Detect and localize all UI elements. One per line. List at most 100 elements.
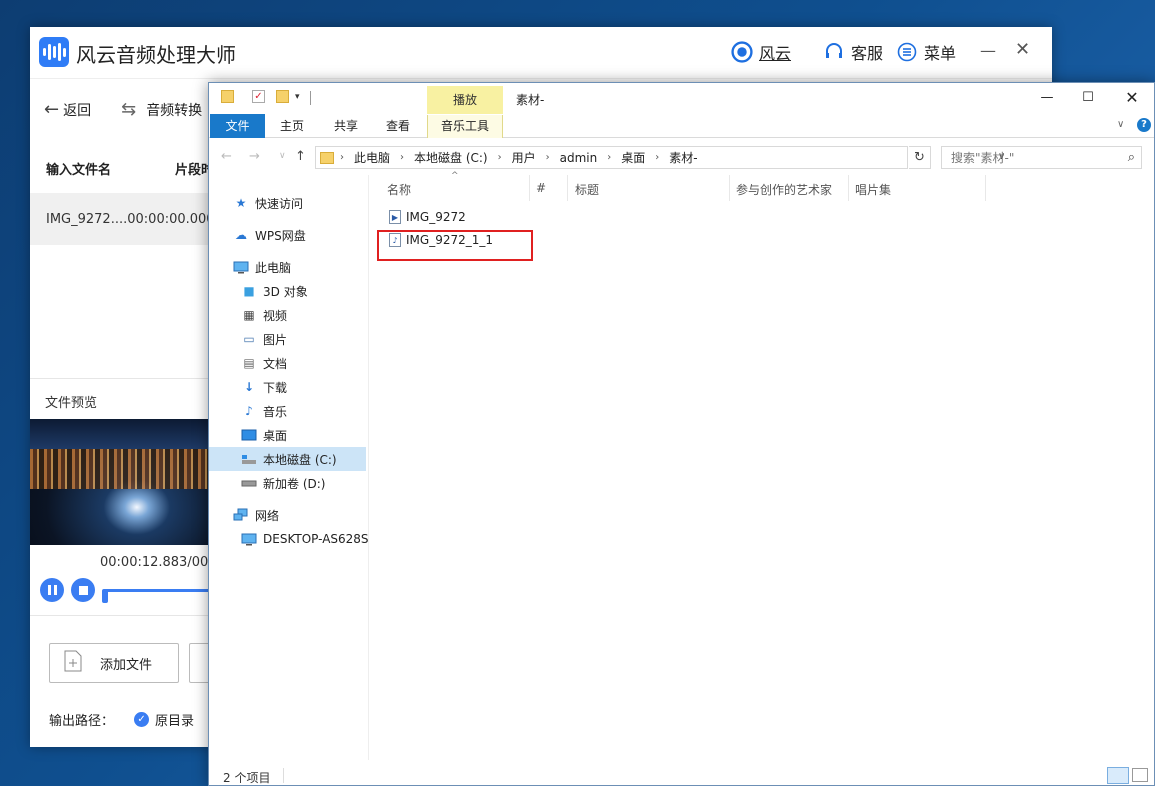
close-button[interactable]: ✕ [1112,87,1152,109]
chevron-right-icon: › [655,152,660,163]
tab-view[interactable]: 查看 [381,115,415,138]
network-icon [233,508,249,522]
computer-icon [241,532,257,546]
output-label: 输出路径： [49,714,115,729]
nav-3d-objects[interactable]: ■ 3D 对象 [241,280,307,302]
app-close-button[interactable]: ✕ [1015,39,1030,60]
col-input-name: 输入文件名 [46,162,112,178]
search-input[interactable]: 搜索"素材-" ⌕ [941,146,1142,169]
output-option-label: 原目录 [155,714,195,729]
preview-label: 文件预览 [45,396,98,411]
nav-music[interactable]: ♪ 音乐 [241,400,287,422]
nav-downloads[interactable]: ↓ 下载 [241,376,287,398]
stop-icon [78,585,88,595]
expand-ribbon-icon[interactable]: ∨ [1117,119,1124,130]
breadcrumb-desktop[interactable]: 桌面 [621,149,645,166]
nav-desktop[interactable]: 桌面 [241,424,287,446]
window-title: 素材- [516,93,545,107]
col-number[interactable]: # [536,181,546,195]
properties-icon[interactable]: ✓ [252,90,265,103]
breadcrumb-drive-c[interactable]: 本地磁盘 (C:) [414,149,488,166]
output-original-dir-radio[interactable]: ✓ 原目录 [134,710,194,729]
breadcrumb-material[interactable]: 素材- [669,149,697,166]
back-button[interactable]: ← 返回 [44,99,91,120]
refresh-icon[interactable]: ↻ [909,146,931,169]
col-name[interactable]: 名称 [387,181,411,198]
nav-desktop-host[interactable]: DESKTOP-AS628S [241,528,369,550]
maximize-button[interactable]: ☐ [1068,87,1108,109]
forward-arrow-icon[interactable]: → [249,149,260,164]
pause-icon [47,585,51,595]
check-icon: ✓ [134,712,150,727]
back-arrow-icon[interactable]: ← [221,149,232,164]
film-icon: ▦ [243,308,255,322]
app-minimize-button[interactable]: — [980,41,996,60]
details-view-icon[interactable] [1107,767,1129,784]
tab-music-tools[interactable]: 音乐工具 [427,115,503,138]
service-label: 客服 [851,44,884,63]
nav-videos[interactable]: ▦ 视频 [241,304,287,326]
col-title[interactable]: 标题 [575,181,599,198]
minimize-button[interactable]: — [1027,87,1067,109]
folder-icon[interactable] [221,90,234,103]
menu-label: 菜单 [924,44,957,63]
explorer-titlebar: ✓ ▾ 播放 素材- — ☐ ✕ [209,83,1154,114]
nav-documents[interactable]: ▤ 文档 [241,352,287,374]
convert-label: 音频转换 [146,102,203,119]
search-icon: ⌕ [1127,150,1135,165]
drive-icon [241,452,257,466]
nav-pictures[interactable]: ▭ 图片 [241,328,287,350]
add-file-icon [64,650,82,676]
nav-quick-access[interactable]: ★ 快速访问 [233,192,303,214]
stop-button[interactable] [71,578,95,602]
add-file-button[interactable]: 添加文件 [49,643,179,683]
customer-service-button[interactable]: 客服 [823,40,883,64]
drive-icon [241,476,257,490]
tab-share[interactable]: 共享 [329,115,363,138]
audio-convert-tab[interactable]: ⇆ 音频转换 [121,99,202,120]
up-arrow-icon[interactable]: ↑ [295,149,306,164]
cloud-icon: ☁ [235,228,247,242]
large-icons-view-icon[interactable] [1132,768,1148,782]
nav-drive-d[interactable]: 新加卷 (D:) [241,472,325,494]
nav-network[interactable]: 网络 [233,504,279,526]
col-artists[interactable]: 参与创作的艺术家 [736,181,832,198]
new-folder-icon[interactable] [276,90,289,103]
fengyun-account-button[interactable]: 风云 [731,40,791,64]
quick-access-dropdown-icon[interactable]: ▾ [295,92,300,102]
chevron-right-icon: › [497,152,502,163]
list-item[interactable]: ▶ IMG_9272 [389,210,466,224]
nav-drive-c[interactable]: 本地磁盘 (C:) [209,447,366,471]
context-tab-play[interactable]: 播放 [427,86,503,114]
address-input[interactable]: › 此电脑 › 本地磁盘 (C:) › 用户 › admin › 桌面 › 素材… [315,146,1005,169]
breadcrumb-this-pc[interactable]: 此电脑 [354,149,390,166]
playback-progress[interactable] [104,589,208,592]
sort-up-icon: ^ [451,171,459,181]
menu-button[interactable]: 菜单 [896,40,956,64]
app-nav: ← 返回 ⇆ 音频转换 [44,99,202,120]
divider [30,378,208,379]
divider [30,615,208,616]
computer-icon [233,260,249,274]
pause-button[interactable] [40,578,64,602]
tab-home[interactable]: 主页 [275,115,309,138]
table-row[interactable]: IMG_9272.... 00:00:00.000 [30,193,215,245]
divider [567,175,568,201]
swap-icon: ⇆ [121,99,137,120]
progress-handle[interactable] [102,589,108,603]
item-count: 2 个项目 [223,771,271,785]
folder-icon [320,151,334,164]
help-icon[interactable]: ? [1137,118,1151,132]
download-icon: ↓ [243,380,255,394]
breadcrumb-users[interactable]: 用户 [512,149,536,166]
tab-file[interactable]: 文件 [210,114,265,138]
document-icon: ▤ [243,356,255,370]
divider [529,175,530,201]
nav-wps-cloud[interactable]: ☁ WPS网盘 [233,224,306,246]
breadcrumb-admin[interactable]: admin [560,151,598,165]
divider [310,91,311,105]
highlight-annotation [377,230,533,261]
nav-this-pc[interactable]: 此电脑 [233,256,291,278]
recent-locations-icon[interactable]: ∨ [279,151,286,161]
col-album[interactable]: 唱片集 [855,181,891,198]
